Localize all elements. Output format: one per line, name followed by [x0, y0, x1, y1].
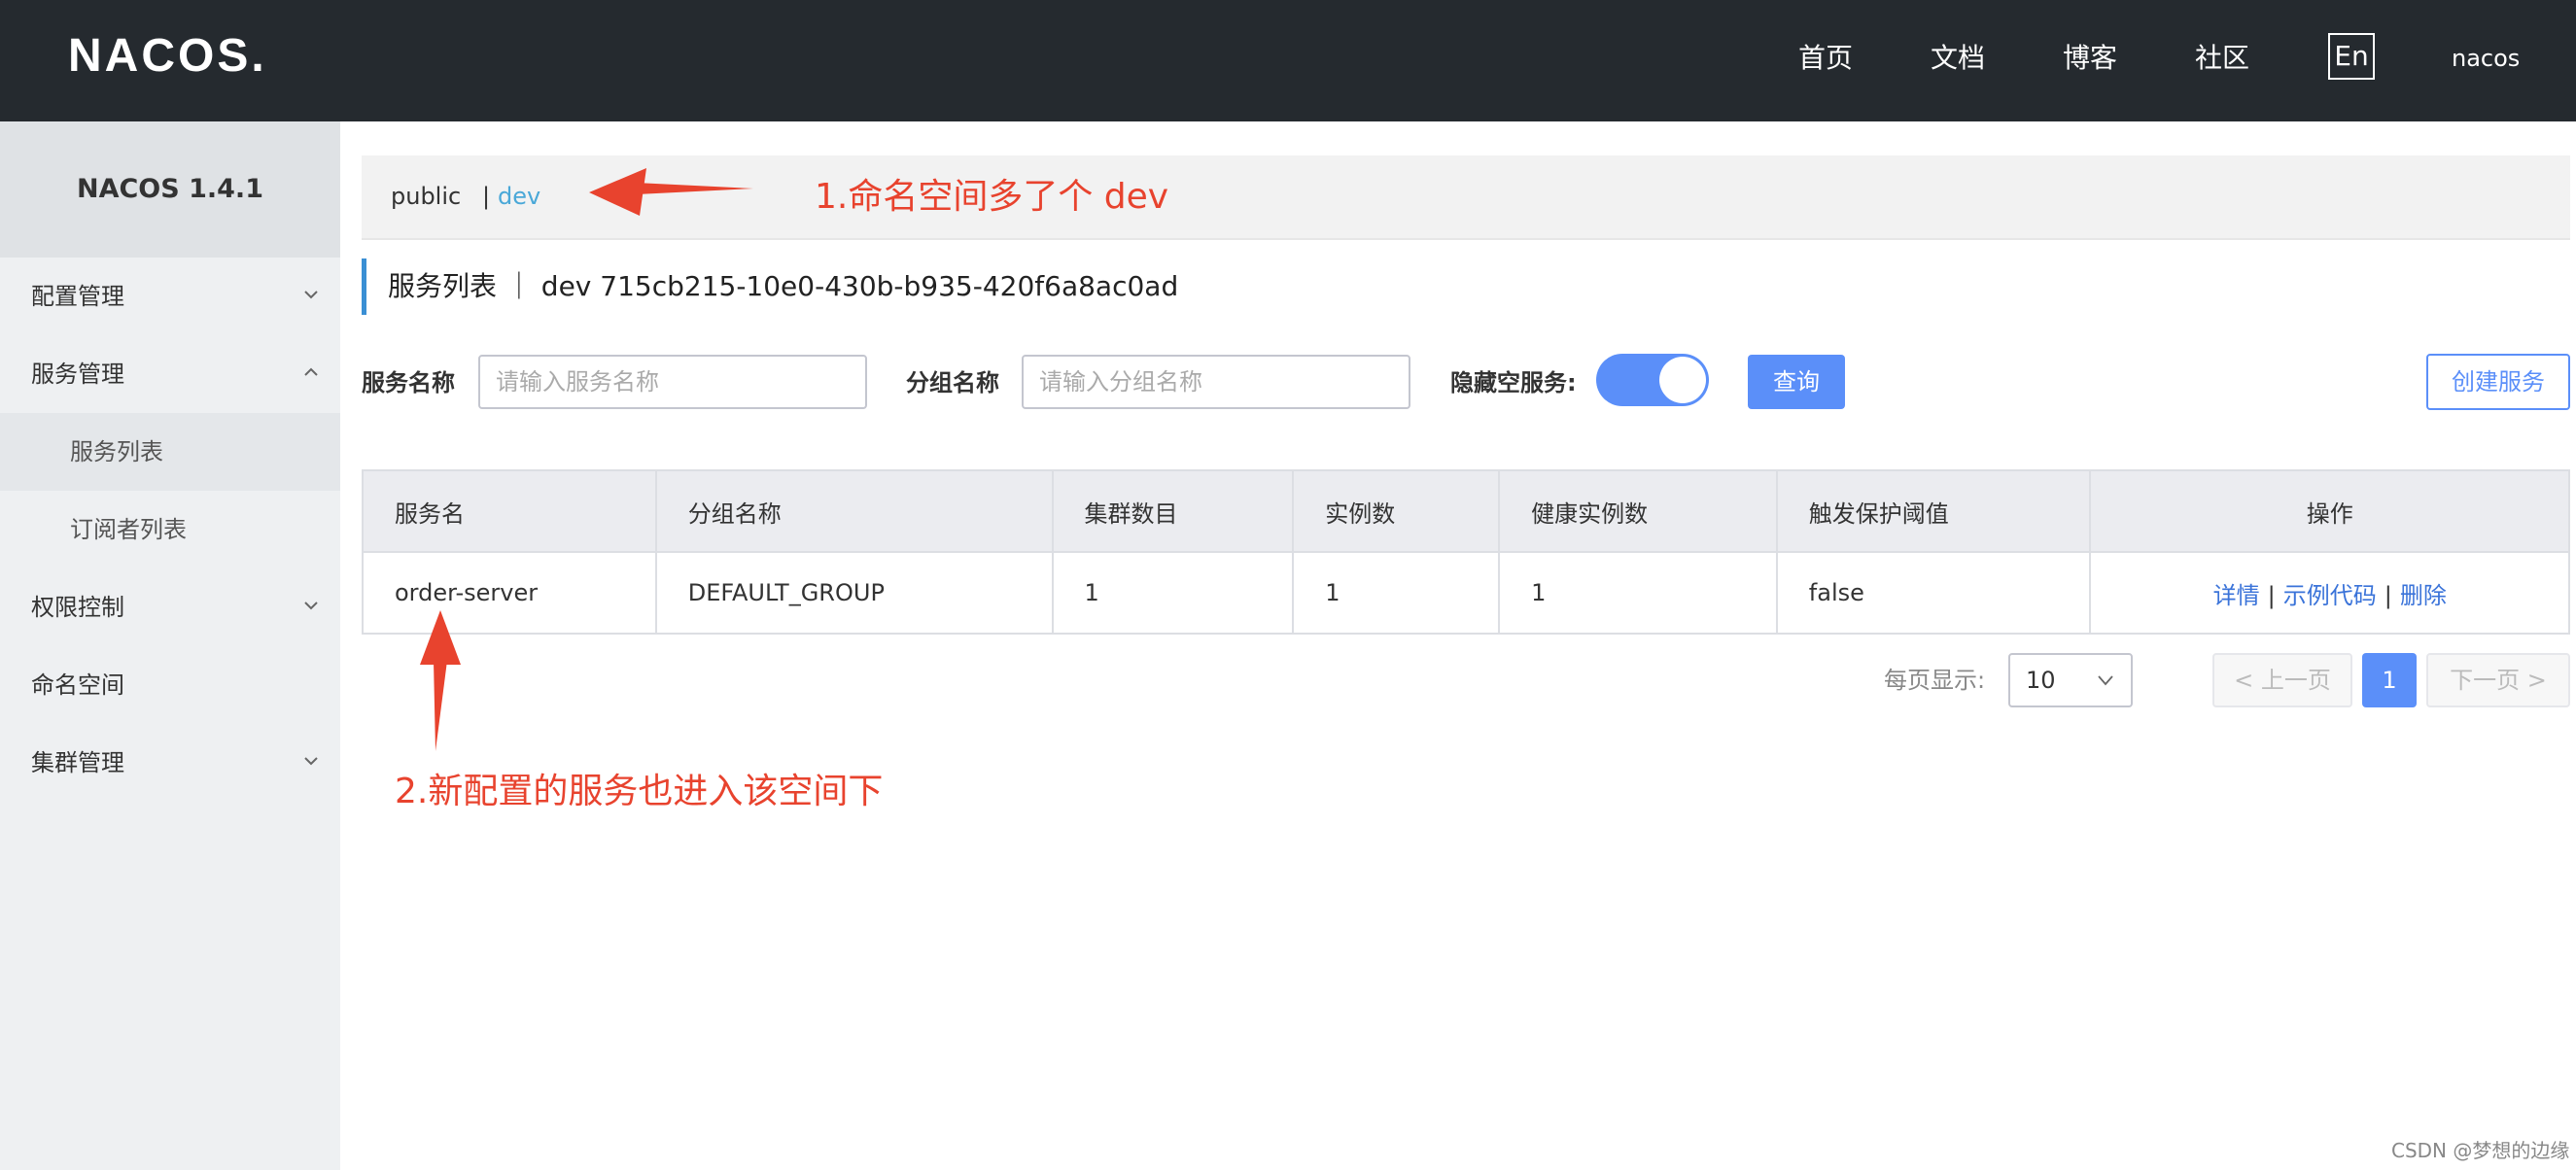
watermark: CSDN @梦想的边缘 — [2391, 1139, 2570, 1162]
arrow-head — [589, 168, 646, 216]
arrow-to-service-row — [420, 610, 461, 751]
arrow-shaft — [636, 183, 753, 194]
arrow-to-namespace — [589, 168, 753, 216]
arrow-shaft — [434, 661, 447, 751]
arrow-head — [420, 610, 461, 665]
annotation-arrows — [420, 168, 753, 751]
